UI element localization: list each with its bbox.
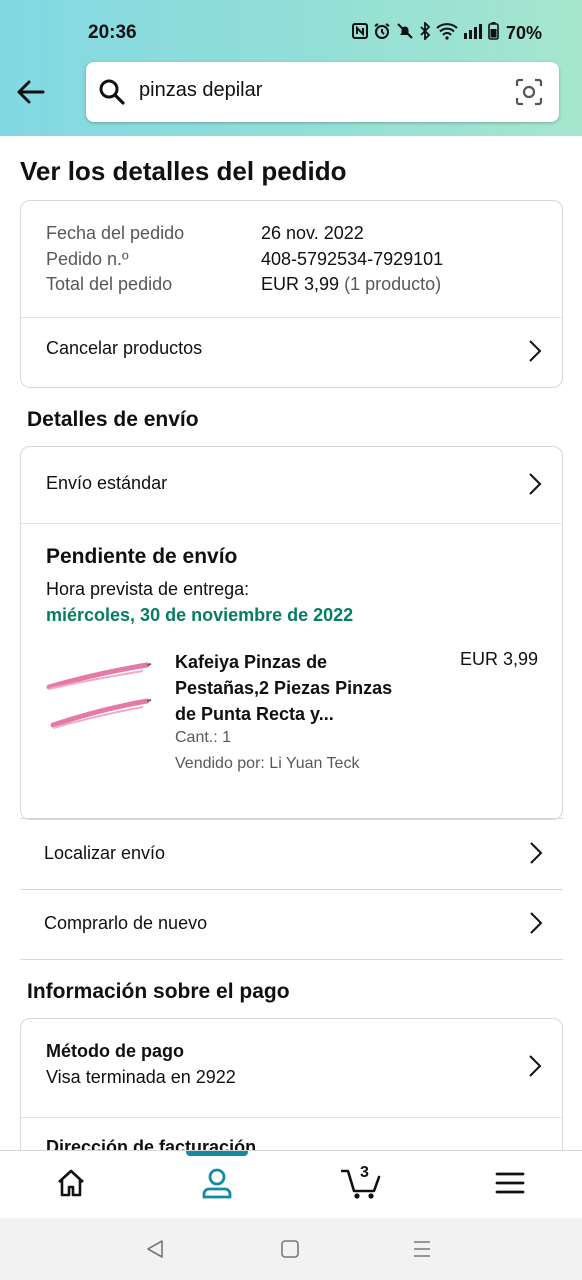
order-date-label: Fecha del pedido <box>46 223 185 243</box>
chevron-right-icon <box>528 472 542 501</box>
product-title-line1: Kafeiya Pinzas de <box>175 652 328 672</box>
camera-scan-icon[interactable] <box>515 78 543 111</box>
user-icon <box>201 1167 233 1204</box>
payment-card: Método de pago Visa terminada en 2922 Di… <box>20 1018 563 1150</box>
divider <box>21 523 562 524</box>
hamburger-menu-icon <box>495 1171 525 1200</box>
billing-address-label[interactable]: Dirección de facturación <box>46 1137 256 1150</box>
payment-method-label: Método de pago <box>46 1041 184 1061</box>
battery-icon <box>488 22 499 45</box>
cart-count-badge: 3 <box>360 1164 369 1181</box>
product-title-line2: Pestañas,2 Piezas Pinzas <box>175 678 393 698</box>
product-title-link[interactable]: Kafeiya Pinzas de Pestañas,2 Piezas Pinz… <box>175 649 415 727</box>
shipping-method-row[interactable]: Envío estándar <box>21 447 562 523</box>
eta-label: Hora prevista de entrega: <box>46 579 250 599</box>
order-total-value: EUR 3,99 <box>261 274 340 294</box>
bottom-navigation: 3 <box>0 1150 582 1218</box>
chevron-right-icon <box>528 1054 542 1083</box>
status-time: 20:36 <box>88 22 137 43</box>
product-seller: Vendido por: Li Yuan Teck <box>175 755 360 772</box>
product-price: EUR 3,99 <box>459 649 538 669</box>
search-bar[interactable]: pinzas depilar <box>86 62 559 122</box>
divider <box>21 1117 562 1118</box>
app-header: 20:36 70% pinzas depilar <box>0 0 582 136</box>
system-navigation-bar <box>0 1218 582 1280</box>
eta-value: miércoles, 30 de noviembre de 2022 <box>46 605 354 625</box>
payment-method-row[interactable]: Método de pago Visa terminada en 2922 <box>21 1019 562 1117</box>
payment-heading: Información sobre el pago <box>27 980 290 1003</box>
system-home-icon[interactable] <box>280 1239 300 1264</box>
order-date-value: 26 nov. 2022 <box>261 223 364 243</box>
divider <box>20 959 563 960</box>
page-title: Ver los detalles del pedido <box>20 156 347 186</box>
track-package-row[interactable]: Localizar envío <box>20 819 563 889</box>
order-summary-card: Fecha del pedido 26 nov. 2022 Pedido n.º… <box>20 200 563 388</box>
buy-again-row[interactable]: Comprarlo de nuevo <box>20 890 563 959</box>
chevron-right-icon <box>529 841 543 870</box>
nav-home[interactable] <box>36 1151 106 1219</box>
order-details-content: Ver los detalles del pedido Fecha del pe… <box>0 136 582 1150</box>
chevron-right-icon <box>528 339 542 368</box>
cancel-products-row[interactable]: Cancelar productos <box>21 318 562 388</box>
shipping-heading: Detalles de envío <box>27 408 199 431</box>
nfc-icon <box>351 23 368 44</box>
shipping-method-label: Envío estándar <box>46 473 168 493</box>
battery-percent: 70% <box>505 23 542 43</box>
order-number-value: 408-5792534-7929101 <box>261 249 444 269</box>
order-total: EUR 3,99 (1 producto) <box>261 274 441 295</box>
search-icon <box>98 78 126 111</box>
cancel-products-label: Cancelar productos <box>46 338 203 358</box>
status-icons: 70% <box>351 20 542 45</box>
order-total-label: Total del pedido <box>46 274 173 294</box>
order-total-count: (1 producto) <box>344 274 442 294</box>
back-button[interactable] <box>14 76 50 110</box>
home-icon <box>56 1168 86 1203</box>
order-number-label: Pedido n.º <box>46 249 129 269</box>
product-image[interactable] <box>43 653 153 743</box>
product-title-line3: de Punta Recta y... <box>175 704 334 724</box>
payment-method-value: Visa terminada en 2922 <box>46 1067 236 1087</box>
mute-bell-icon <box>396 22 414 45</box>
nav-menu[interactable] <box>475 1151 545 1219</box>
signal-icon <box>463 23 483 44</box>
wifi-icon <box>436 22 458 45</box>
shipment-status: Pendiente de envío <box>46 545 238 568</box>
chevron-right-icon <box>529 911 543 940</box>
shipping-card: Envío estándar Pendiente de envío Hora p… <box>20 446 563 820</box>
bluetooth-icon <box>419 20 431 45</box>
track-package-label: Localizar envío <box>44 843 166 863</box>
nav-cart[interactable]: 3 <box>327 1151 397 1219</box>
product-quantity: Cant.: 1 <box>175 729 232 746</box>
nav-account[interactable] <box>182 1151 252 1219</box>
buy-again-label: Comprarlo de nuevo <box>44 913 208 933</box>
system-back-icon[interactable] <box>145 1239 165 1264</box>
search-input[interactable]: pinzas depilar <box>139 79 262 102</box>
status-bar: 20:36 70% <box>0 0 582 62</box>
alarm-icon <box>373 22 391 45</box>
system-recents-icon[interactable] <box>412 1239 432 1264</box>
